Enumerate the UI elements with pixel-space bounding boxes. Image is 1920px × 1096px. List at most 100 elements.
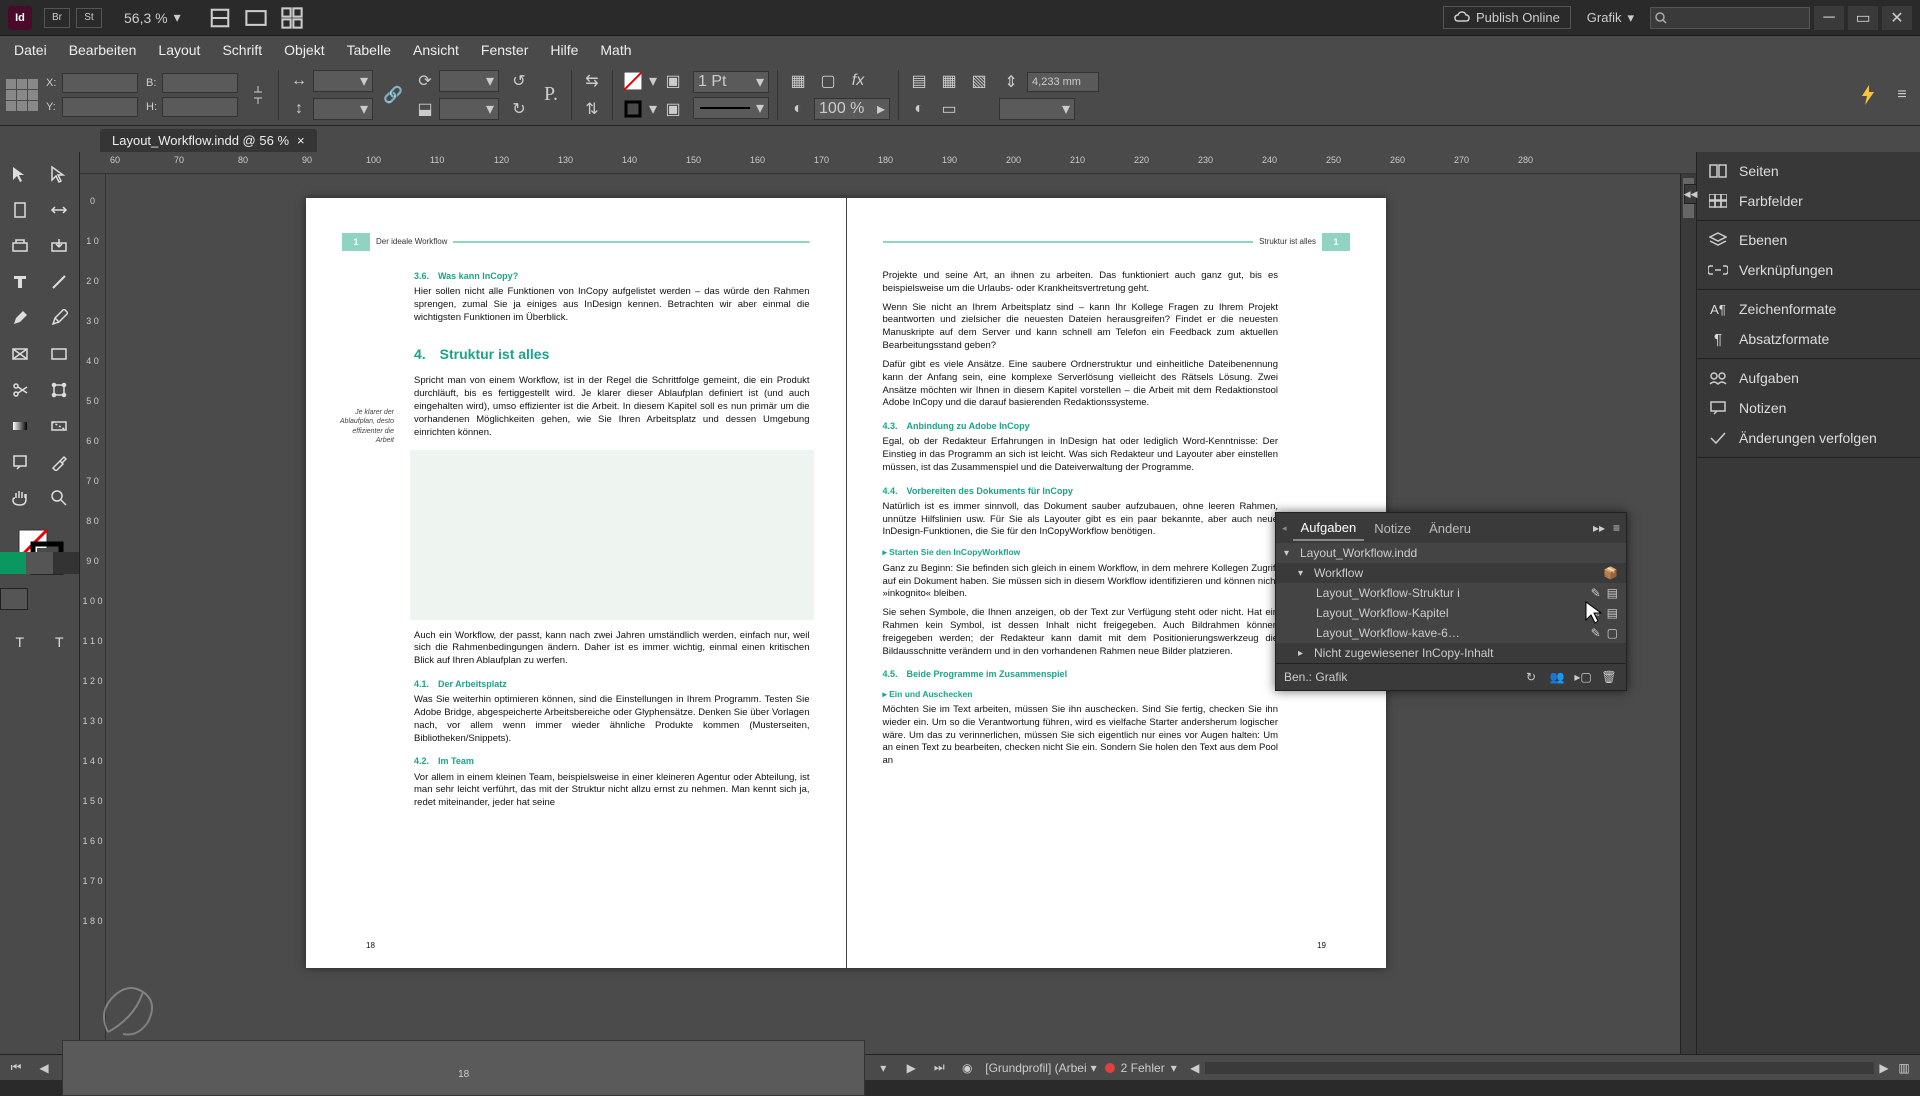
menu-ansicht[interactable]: Ansicht xyxy=(403,38,469,62)
horizontal-scrollbar[interactable] xyxy=(1205,1062,1874,1074)
corner-shape-input[interactable]: ▾ xyxy=(999,98,1075,120)
chevron-down-icon[interactable]: ▾ xyxy=(649,99,657,119)
menu-tabelle[interactable]: Tabelle xyxy=(337,38,401,62)
view-options-icon[interactable] xyxy=(209,7,231,29)
panel-aufgaben[interactable]: Aufgaben xyxy=(1697,363,1920,393)
corner-options-icon[interactable]: ▭ xyxy=(937,97,961,121)
corner-icon[interactable]: ◐ xyxy=(907,97,931,121)
h-input[interactable] xyxy=(162,97,238,117)
dock-toggle[interactable]: ◀◀ xyxy=(1684,184,1696,204)
vertical-ruler[interactable]: 0 1 0 2 0 3 0 4 0 5 0 6 0 7 0 8 0 9 0 1 … xyxy=(80,174,106,1054)
edit-icon[interactable]: ✎ xyxy=(1591,586,1601,600)
disclosure-icon[interactable]: ▾ xyxy=(1284,548,1294,559)
menu-bearbeiten[interactable]: Bearbeiten xyxy=(59,38,147,62)
hand-tool[interactable] xyxy=(0,480,40,516)
rotate-input[interactable]: ▾ xyxy=(439,70,499,92)
go-to-content-icon[interactable]: ▸▢ xyxy=(1574,668,1592,686)
tree-root[interactable]: ▾Layout_Workflow.indd xyxy=(1276,543,1626,563)
wrap-bbox-icon[interactable]: ▦ xyxy=(937,69,961,93)
disclosure-icon[interactable]: ▾ xyxy=(1298,568,1308,579)
corner-size-input[interactable] xyxy=(1027,72,1099,92)
type-mode-tool[interactable]: T xyxy=(0,624,40,660)
shear-input[interactable]: ▾ xyxy=(439,98,499,120)
fill-target-icon[interactable]: ▣ xyxy=(661,69,685,93)
wrap-none-icon[interactable]: ▤ xyxy=(907,69,931,93)
page-tool[interactable] xyxy=(0,192,40,228)
vertical-scrollbar[interactable] xyxy=(1680,174,1696,1054)
wrap-shape-icon[interactable]: ▧ xyxy=(967,69,991,93)
menu-math[interactable]: Math xyxy=(590,38,641,62)
tab-aufgaben[interactable]: Aufgaben xyxy=(1293,516,1365,541)
quick-apply-icon[interactable] xyxy=(1856,83,1880,107)
tree-story[interactable]: Layout_Workflow-Struktur i✎▤ xyxy=(1276,583,1626,603)
line-tool[interactable] xyxy=(40,264,80,300)
fill-stroke-indicator[interactable] xyxy=(0,516,79,586)
opacity-input[interactable]: 100 %▸ xyxy=(814,98,890,120)
panel-notizen[interactable]: Notizen xyxy=(1697,393,1920,423)
fill-swatch-icon[interactable] xyxy=(621,69,645,93)
rotate-ccw-icon[interactable]: ↺ xyxy=(507,69,531,93)
close-icon[interactable]: × xyxy=(297,133,305,148)
horizontal-ruler[interactable]: 60 70 80 90 100 110 120 130 140 150 160 … xyxy=(80,152,1696,174)
tree-unassigned[interactable]: ▸Nicht zugewiesener InCopy-Inhalt xyxy=(1276,643,1626,663)
fx-icon[interactable]: fx xyxy=(846,69,870,93)
first-page-button[interactable]: ⏮ xyxy=(6,1059,26,1077)
rectangle-tool[interactable] xyxy=(40,336,80,372)
stroke-target-icon[interactable]: ▣ xyxy=(661,97,685,121)
arrange-icon[interactable] xyxy=(281,7,303,29)
content-placer-tool[interactable] xyxy=(40,228,80,264)
flip-h-icon[interactable]: ⇆ xyxy=(580,69,604,93)
note-tool[interactable] xyxy=(0,444,40,480)
direct-selection-tool[interactable] xyxy=(40,156,80,192)
menu-datei[interactable]: Datei xyxy=(4,38,57,62)
content-collector-tool[interactable] xyxy=(0,228,40,264)
publish-online-button[interactable]: Publish Online xyxy=(1443,6,1571,29)
eyedropper-tool[interactable] xyxy=(40,444,80,480)
edit-icon[interactable]: ✎ xyxy=(1591,626,1601,640)
scale-x-input[interactable]: ▾ xyxy=(313,70,373,92)
pen-tool[interactable] xyxy=(0,300,40,336)
scroll-left-button[interactable]: ◀ xyxy=(1185,1059,1205,1077)
tree-story[interactable]: Layout_Workflow-Kapitel✎▤ xyxy=(1276,603,1626,623)
scale-y-input[interactable]: ▾ xyxy=(313,98,373,120)
tab-notizen[interactable]: Notize xyxy=(1366,517,1419,540)
stroke-weight-input[interactable]: 1 Pt▾ xyxy=(693,71,769,93)
menu-hilfe[interactable]: Hilfe xyxy=(540,38,588,62)
zoom-dropdown[interactable]: 56,3 %▾ xyxy=(116,7,189,28)
new-assignment-icon[interactable]: 👥 xyxy=(1548,668,1566,686)
next-page-button[interactable]: ▶ xyxy=(901,1059,921,1077)
x-input[interactable] xyxy=(62,73,138,93)
gradient-swatch-tool[interactable] xyxy=(0,408,40,444)
search-input[interactable] xyxy=(1650,7,1810,29)
workspace-dropdown[interactable]: Grafik▾ xyxy=(1587,10,1634,26)
tree-assignment[interactable]: ▾Workflow📦 xyxy=(1276,563,1626,583)
panel-zeichenformate[interactable]: A¶Zeichenformate xyxy=(1697,294,1920,324)
rotate-cw-icon[interactable]: ↻ xyxy=(507,97,531,121)
view-mode-row[interactable] xyxy=(0,588,79,610)
split-view-icon[interactable]: ▥ xyxy=(1894,1059,1914,1077)
update-icon[interactable]: ↻ xyxy=(1522,668,1540,686)
stroke-swatch-icon[interactable] xyxy=(621,97,645,121)
tab-aenderungen[interactable]: Änderu xyxy=(1421,517,1479,540)
bridge-button[interactable]: Br xyxy=(44,8,70,28)
prev-page-button[interactable]: ◀ xyxy=(34,1059,54,1077)
panel-grip-icon[interactable]: ◂ xyxy=(1282,523,1287,534)
panel-menu-icon[interactable]: ≡ xyxy=(1613,521,1620,535)
document-tab[interactable]: Layout_Workflow.indd @ 56 %× xyxy=(100,129,317,152)
type-alt-tool[interactable]: T xyxy=(40,624,80,660)
preflight-profile-dropdown[interactable]: [Grundprofil] (Arbei▾ xyxy=(985,1061,1096,1075)
stock-button[interactable]: St xyxy=(76,8,102,28)
gradient-feather-tool[interactable] xyxy=(40,408,80,444)
disclosure-icon[interactable]: ▸ xyxy=(1298,648,1308,659)
reference-point-icon[interactable] xyxy=(6,79,38,111)
open-pages-icon[interactable]: ◉ xyxy=(957,1059,977,1077)
trash-icon[interactable]: 🗑 xyxy=(1600,668,1618,686)
menu-fenster[interactable]: Fenster xyxy=(471,38,538,62)
panel-seiten[interactable]: Seiten xyxy=(1697,156,1920,186)
w-input[interactable] xyxy=(162,73,238,93)
rectangle-frame-tool[interactable] xyxy=(0,336,40,372)
constrain-icon[interactable] xyxy=(246,83,270,107)
tree-story[interactable]: Layout_Workflow-kave-6…✎▢ xyxy=(1276,623,1626,643)
panel-absatzformate[interactable]: ¶Absatzformate xyxy=(1697,324,1920,354)
panel-farbfelder[interactable]: Farbfelder xyxy=(1697,186,1920,216)
